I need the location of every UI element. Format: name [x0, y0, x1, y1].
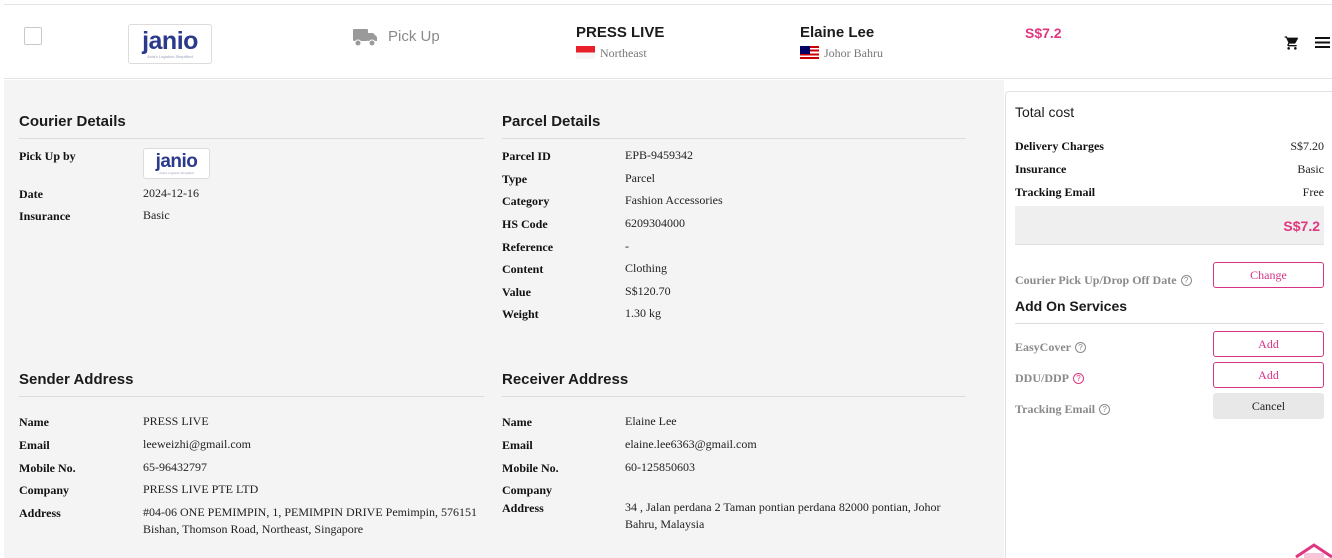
receiver-label: Email — [502, 438, 533, 452]
sender-value: 65-96432797 — [143, 460, 207, 474]
courier-logo: janio Asia's Logistics Simplified — [143, 148, 210, 179]
addon-row-tracking-email: Tracking Email ? — [1015, 402, 1111, 417]
help-icon[interactable]: ? — [1180, 275, 1192, 286]
logo-text: janio — [142, 27, 198, 55]
addon-row-ddu-ddp: DDU/DDP ? — [1015, 371, 1084, 386]
divider — [1015, 323, 1324, 324]
flag-sg-icon — [576, 46, 595, 59]
receiver-value: Elaine Lee — [625, 414, 677, 428]
logo-tagline: Asia's Logistics Simplified — [147, 54, 193, 59]
parcel-value: Clothing — [625, 261, 668, 275]
receiver-label: Address — [502, 501, 544, 515]
help-icon[interactable]: ? — [1075, 342, 1086, 353]
chat-widget-icon[interactable] — [1294, 541, 1332, 558]
courier-label-pickup-by: Pick Up by — [19, 149, 76, 163]
sender-label: Address — [19, 506, 61, 520]
receiver-label: Mobile No. — [502, 461, 559, 475]
addon-label: DDU/DDP — [1015, 371, 1069, 385]
change-date-button[interactable]: Change — [1213, 262, 1324, 288]
add-ddu-ddp-button[interactable]: Add — [1213, 362, 1324, 388]
shipment-details: Courier Details Pick Up by janio Asia's … — [4, 80, 1004, 558]
sender-label: Name — [19, 415, 49, 429]
total-cost-panel: Total cost Delivery Charges S$7.20 Insur… — [1005, 91, 1332, 558]
add-on-services-title: Add On Services — [1015, 298, 1128, 314]
parcel-value: 6209304000 — [625, 216, 685, 230]
parcel-value: - — [625, 239, 629, 253]
parcel-label: Category — [502, 194, 550, 208]
total-amount: S$7.2 — [1283, 218, 1320, 234]
receiver-address-value: 34 , Jalan perdana 2 Taman pontian perda… — [625, 500, 941, 531]
service-type: Pick Up — [388, 28, 440, 45]
sender-label: Mobile No. — [19, 461, 76, 475]
addon-label: Tracking Email — [1015, 402, 1096, 416]
truck-icon — [353, 29, 377, 47]
sender-label: Company — [19, 483, 70, 497]
divider — [19, 396, 484, 397]
sender-value: leeweizhi@gmail.com — [143, 437, 252, 451]
receiver-value: 60-125850603 — [625, 460, 695, 474]
parcel-label: Reference — [502, 240, 554, 254]
courier-label-insurance: Insurance — [19, 209, 71, 223]
receiver-address-title: Receiver Address — [502, 371, 629, 388]
courier-logo-text: janio — [155, 151, 198, 172]
pickup-date-label: Courier Pick Up/Drop Off Date — [1015, 273, 1177, 287]
divider — [502, 396, 966, 397]
sender-value: PRESS LIVE — [143, 414, 209, 428]
total-cost-title: Total cost — [1015, 104, 1075, 120]
receiver-label: Company — [502, 483, 553, 497]
flag-my-icon — [800, 46, 819, 59]
parcel-label: Weight — [502, 307, 539, 321]
parcel-label: HS Code — [502, 217, 548, 231]
cost-value: Basic — [1297, 162, 1324, 176]
receiver-label: Name — [502, 415, 532, 429]
courier-value-insurance: Basic — [143, 208, 170, 222]
menu-icon[interactable] — [1315, 36, 1330, 49]
sender-address-title: Sender Address — [19, 371, 134, 388]
parcel-value: Fashion Accessories — [625, 193, 723, 207]
courier-label-date: Date — [19, 187, 43, 201]
select-checkbox[interactable] — [24, 27, 42, 45]
parcel-details-title: Parcel Details — [502, 113, 601, 130]
parcel-value: 1.30 kg — [625, 306, 661, 320]
total-box: S$7.2 — [1015, 206, 1324, 245]
shipment-price: S$7.2 — [1025, 25, 1062, 41]
parcel-label: Content — [502, 262, 544, 276]
cancel-tracking-email-button[interactable]: Cancel — [1213, 393, 1324, 419]
parcel-value: Parcel — [625, 171, 655, 185]
cost-value: Free — [1302, 185, 1324, 199]
cost-label: Tracking Email — [1015, 185, 1096, 199]
parcel-label: Type — [502, 172, 528, 186]
courier-value-date: 2024-12-16 — [143, 186, 199, 200]
janio-logo: janio Asia's Logistics Simplified — [128, 24, 212, 64]
receiver-name: Elaine Lee — [800, 24, 875, 41]
help-icon[interactable]: ? — [1073, 373, 1084, 384]
divider — [19, 138, 484, 139]
add-easycover-button[interactable]: Add — [1213, 331, 1324, 357]
sender-label: Email — [19, 438, 50, 452]
cart-icon[interactable] — [1284, 35, 1300, 51]
cost-label: Delivery Charges — [1015, 139, 1104, 153]
courier-details-title: Courier Details — [19, 113, 126, 130]
sender-value: PRESS LIVE PTE LTD — [143, 482, 259, 496]
help-icon[interactable]: ? — [1099, 404, 1111, 415]
parcel-value: EPB-9459342 — [625, 148, 694, 162]
divider — [502, 138, 966, 139]
sender-name: PRESS LIVE — [576, 24, 665, 41]
pickup-date-row: Courier Pick Up/Drop Off Date ? — [1015, 273, 1192, 288]
shipment-summary-bar: janio Asia's Logistics Simplified Pick U… — [4, 4, 1332, 79]
cost-value: S$7.20 — [1290, 139, 1324, 153]
parcel-label: Parcel ID — [502, 149, 551, 163]
parcel-label: Value — [502, 285, 531, 299]
sender-address-value: #04-06 ONE PEMIMPIN, 1, PEMIMPIN DRIVE P… — [143, 505, 478, 536]
parcel-value: S$120.70 — [625, 284, 671, 298]
receiver-region: Johor Bahru — [824, 46, 883, 60]
sender-region: Northeast — [600, 46, 647, 60]
receiver-value: elaine.lee6363@gmail.com — [625, 437, 757, 451]
courier-logo-tagline: Asia's Logistics Simplified — [159, 171, 194, 175]
cost-label: Insurance — [1015, 162, 1067, 176]
addon-label: EasyCover — [1015, 340, 1071, 354]
addon-row-easycover: EasyCover ? — [1015, 340, 1086, 355]
